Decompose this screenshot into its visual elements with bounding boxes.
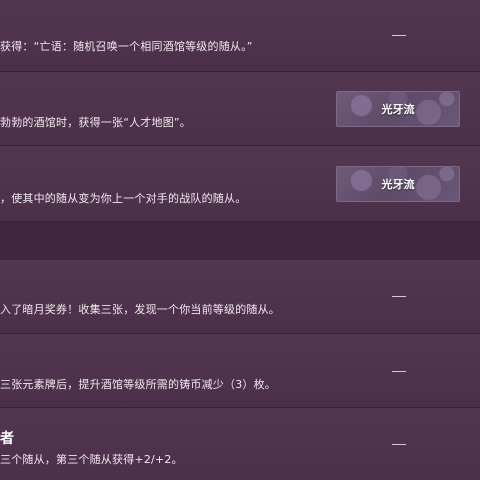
strategy-tag-label: 光牙流 — [381, 103, 415, 116]
empty-tag-dash — [392, 371, 406, 372]
item-description: 三个随从，第三个随从获得+2/+2。 — [0, 453, 183, 466]
strategy-tag-button[interactable]: 光牙流 — [336, 166, 460, 202]
list-item[interactable]: 者 三个随从，第三个随从获得+2/+2。 — [0, 408, 480, 480]
list-item[interactable]: 三张元素牌后，提升酒馆等级所需的铸币减少（3）枚。 — [0, 334, 480, 408]
empty-tag-dash — [392, 444, 406, 445]
list-item[interactable]: 勃勃的酒馆时，获得一张“人才地图”。 光牙流 — [0, 72, 480, 146]
item-description: 入了暗月奖券！收集三张，发现一个你当前等级的随从。 — [0, 303, 280, 316]
empty-tag-dash — [392, 35, 406, 36]
item-description: ，使其中的随从变为你上一个对手的战队的随从。 — [0, 192, 247, 205]
item-description: 三张元素牌后，提升酒馆等级所需的铸币减少（3）枚。 — [0, 378, 276, 391]
empty-tag-dash — [392, 296, 406, 297]
strategy-tag-label: 光牙流 — [381, 178, 415, 191]
strategy-tag-button[interactable]: 光牙流 — [336, 91, 460, 127]
card-effect-list: 获得：“亡语：随机召唤一个相同酒馆等级的随从。” 勃勃的酒馆时，获得一张“人才地… — [0, 0, 480, 480]
list-item[interactable]: 获得：“亡语：随机召唤一个相同酒馆等级的随从。” — [0, 0, 480, 72]
list-item[interactable]: ，使其中的随从变为你上一个对手的战队的随从。 光牙流 — [0, 146, 480, 222]
item-title: 者 — [0, 431, 14, 447]
item-description: 获得：“亡语：随机召唤一个相同酒馆等级的随从。” — [0, 40, 253, 53]
section-divider — [0, 222, 480, 261]
item-description: 勃勃的酒馆时，获得一张“人才地图”。 — [0, 116, 191, 129]
list-item[interactable]: 入了暗月奖券！收集三张，发现一个你当前等级的随从。 — [0, 260, 480, 334]
